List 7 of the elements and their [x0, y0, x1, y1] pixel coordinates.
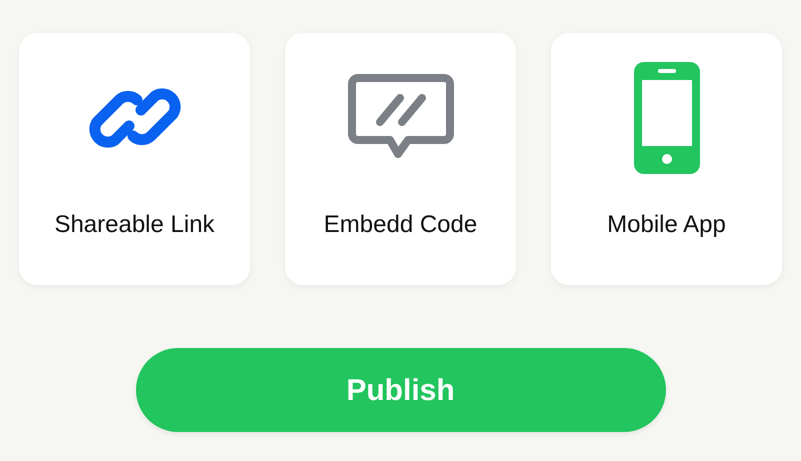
share-option-card[interactable]: Mobile App [551, 33, 782, 285]
share-option-card[interactable]: Shareable Link [19, 33, 250, 285]
share-option-card[interactable]: Embedd Code [285, 33, 516, 285]
option-label: Mobile App [607, 210, 726, 240]
phone-icon [634, 62, 700, 174]
option-label: Embedd Code [324, 210, 478, 240]
option-label: Shareable Link [54, 210, 215, 240]
